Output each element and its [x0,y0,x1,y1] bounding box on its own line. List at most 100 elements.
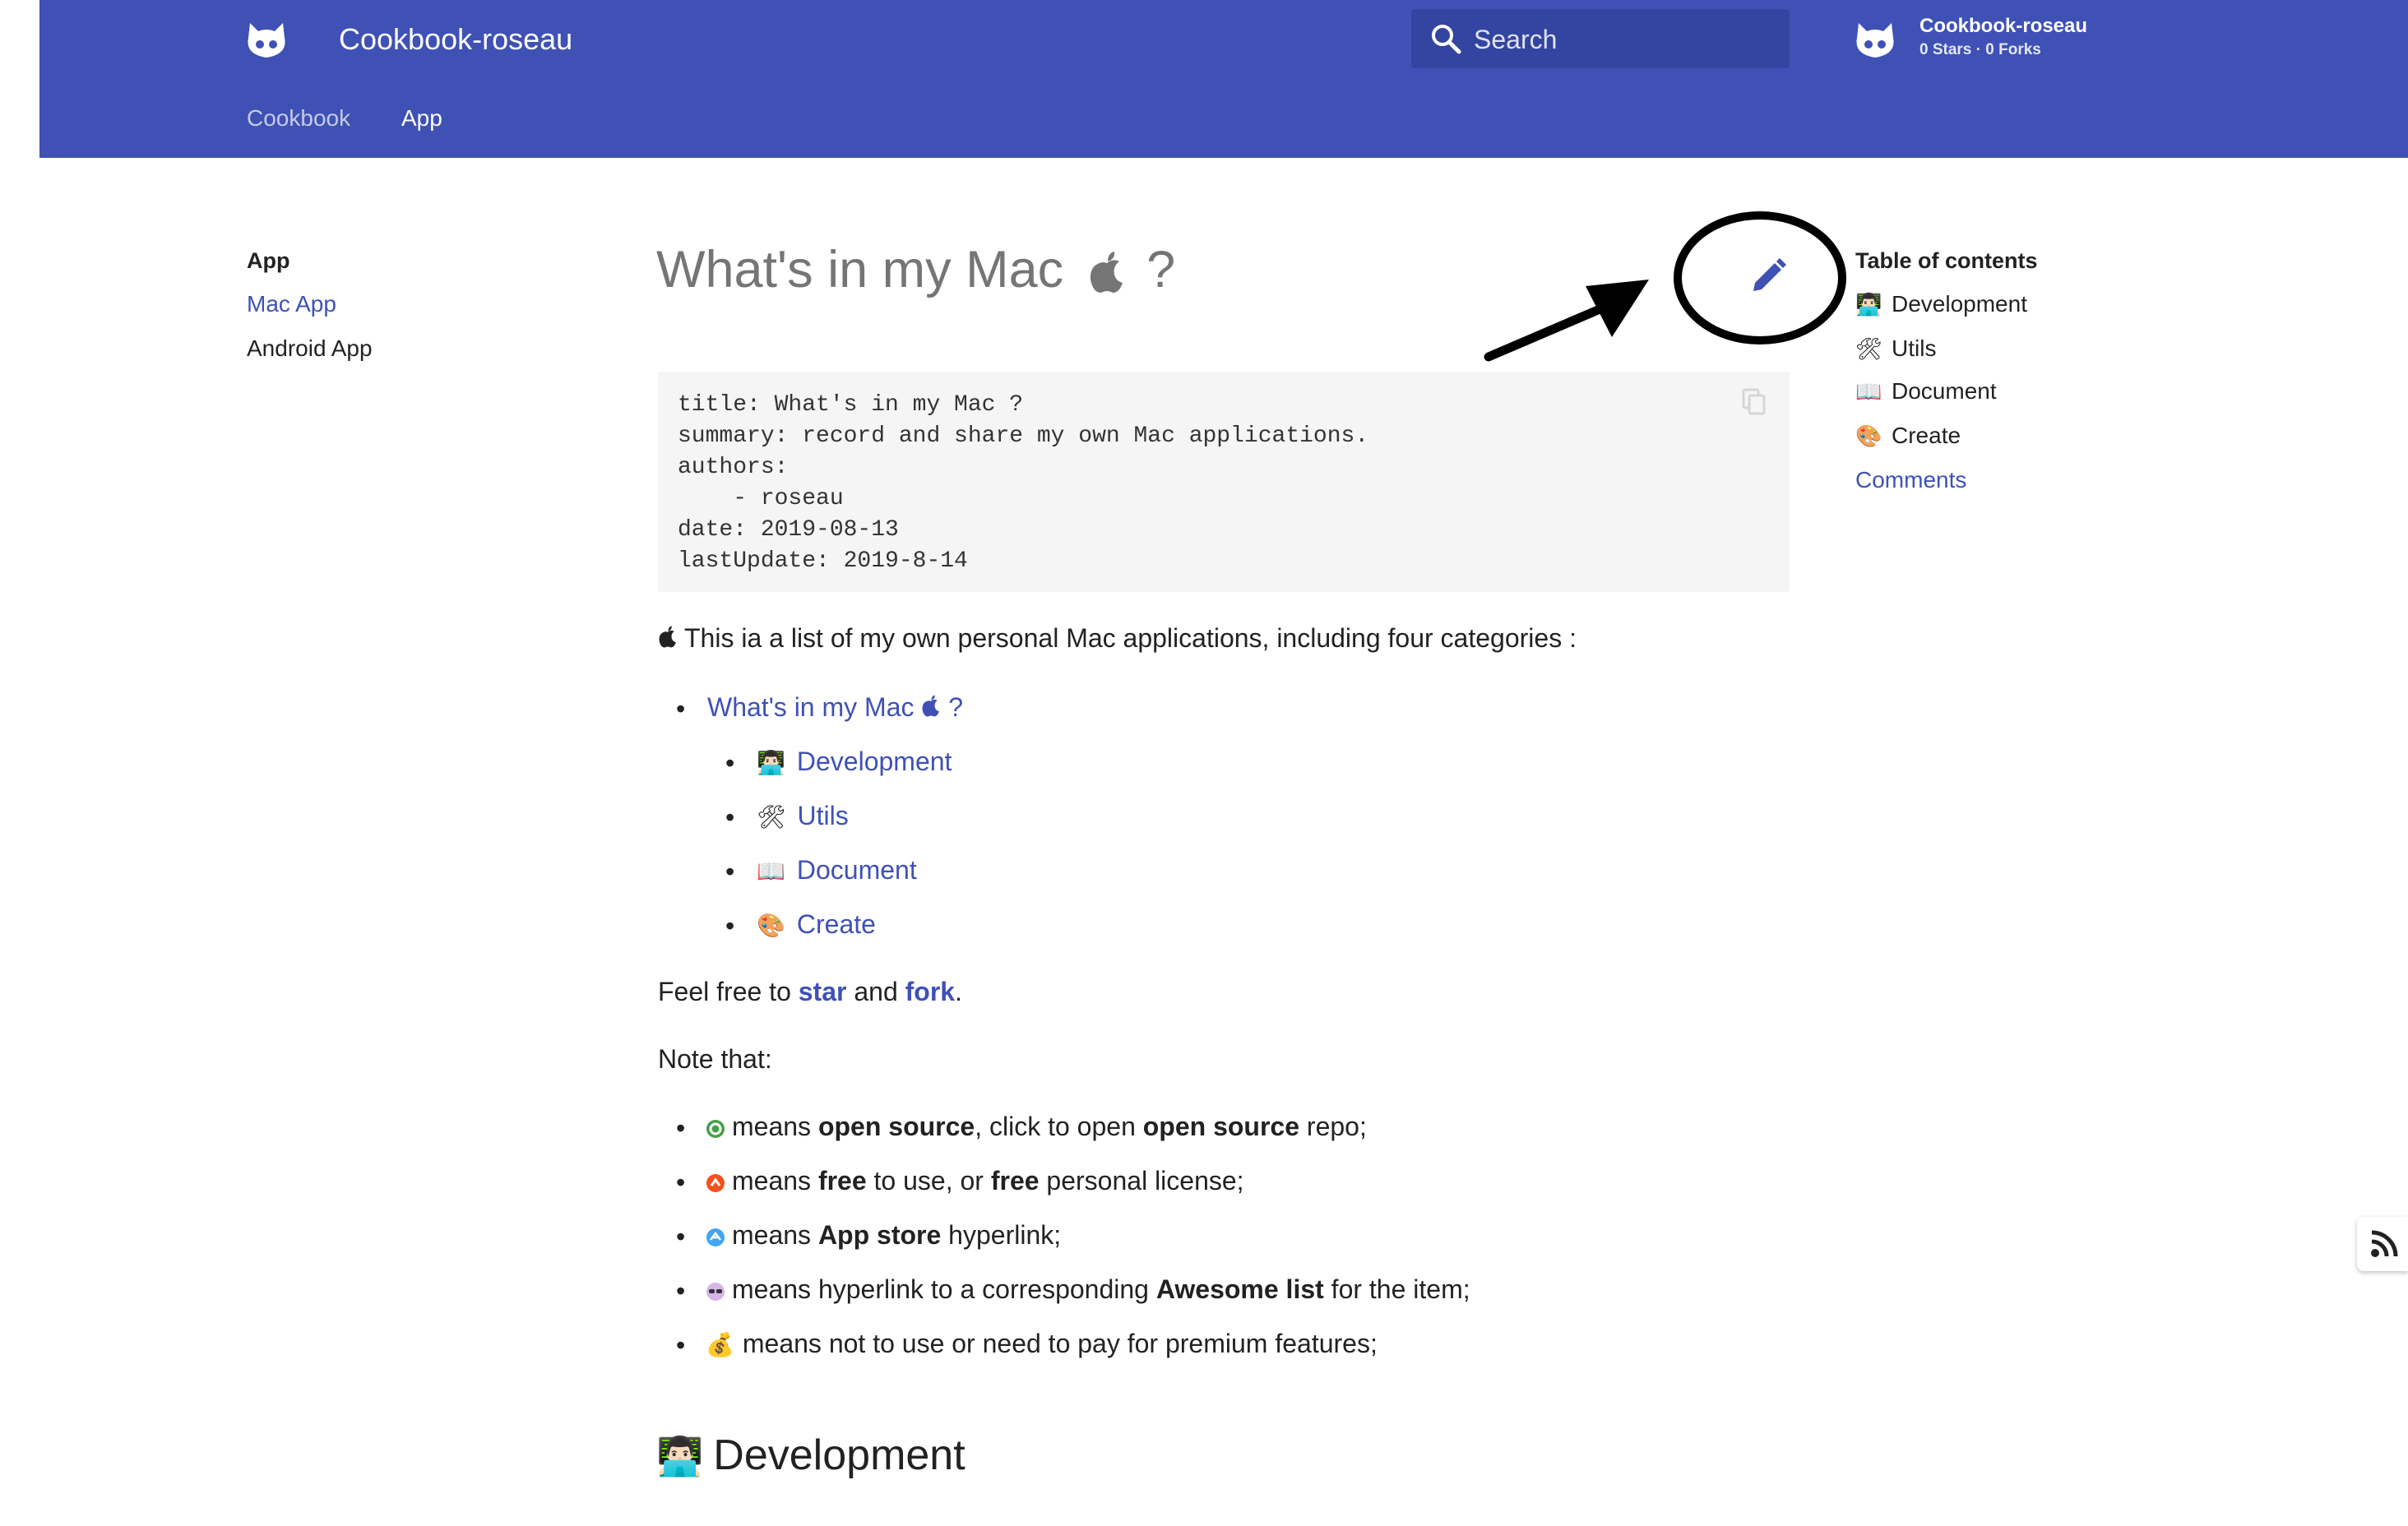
note-text: repo; [1306,1112,1367,1141]
site-title[interactable]: Cookbook-roseau [339,18,572,61]
tab-cookbook[interactable]: Cookbook [247,104,350,133]
star-link[interactable]: star [799,977,847,1006]
feel-free-paragraph: Feel free to star and fork. [658,977,962,1007]
copy-icon[interactable] [1740,388,1768,416]
developer-emoji-icon: 👨🏻‍💻 [656,1435,704,1477]
app-store-icon [706,1228,725,1246]
note-awesome: means hyperlink to a corresponding Aweso… [706,1274,1470,1305]
note-bold: open source [817,1112,975,1141]
palette-emoji-icon: 🎨 [757,913,785,938]
bullet: • [725,748,735,778]
nav-title: App [247,248,290,273]
outline-link[interactable]: What's in my Mac ? [707,692,963,723]
rss-icon[interactable] [2370,1230,2398,1258]
note-heading: Note that: [658,1044,772,1074]
note-text: to use, or [873,1166,984,1195]
note-text: means [732,1220,812,1250]
note-bold: free [817,1166,867,1195]
outline-item-label[interactable]: Create [797,909,876,939]
apple-icon [1090,252,1123,294]
note-app-store: means App store hyperlink; [706,1220,1061,1251]
note-text: means [732,1112,812,1141]
toc-item-label[interactable]: Document [1892,378,1997,404]
outline-item-label[interactable]: Development [797,747,952,776]
page-title-suffix: ? [1146,241,1176,298]
code-line: date: 2019-08-13 [678,517,899,543]
note-text: personal license; [1046,1166,1244,1195]
tools-emoji-icon: 🛠 [757,804,786,830]
note-text: , click to open [975,1112,1136,1141]
outline-link-text[interactable]: What's in my Mac [707,692,914,722]
section-heading-development: 👨🏻‍💻 Development [656,1431,966,1480]
free-icon [706,1173,725,1192]
code-lines: title: What's in my Mac ? summary: recor… [678,390,1368,577]
bullet: • [725,911,735,941]
tools-emoji-icon: 🛠 [1855,336,1883,361]
toc-title: Table of contents [1855,248,2038,273]
github-logo-icon[interactable] [245,21,288,59]
toc-item-utils[interactable]: 🛠 Utils [1855,335,1936,362]
annotation-arrow [1484,280,1649,362]
section-heading-text: Development [713,1431,966,1479]
code-line: - roseau [678,486,844,511]
apple-icon [659,626,676,648]
left-margin-strip [0,0,39,1526]
fork-link[interactable]: fork [905,977,955,1006]
note-bold: open source [1142,1112,1300,1141]
bullet: • [725,802,735,832]
bullet: • [676,1330,686,1360]
toc-item-development[interactable]: 👨🏻‍💻 Development [1855,291,2027,317]
money-bag-emoji-icon: 💰 [706,1332,734,1357]
and-text: and [854,977,898,1006]
note-bold: free [990,1166,1040,1195]
note-paid: 💰 means not to use or need to pay for pre… [706,1329,1378,1359]
page-title: What's in my Mac ? [656,237,1175,303]
toc-item-document[interactable]: 📖 Document [1855,378,1997,405]
apple-icon [922,695,940,717]
book-emoji-icon: 📖 [757,858,785,884]
note-text: means [732,1166,812,1195]
github-repo-icon[interactable] [1854,21,1896,59]
open-source-icon [706,1119,725,1138]
toc-item-create[interactable]: 🎨 Create [1855,423,1961,449]
toc-item-label[interactable]: Utils [1892,335,1936,361]
outline-item-development[interactable]: 👨🏻‍💻 Development [757,747,952,777]
outline-item-document[interactable]: 📖 Document [757,855,917,886]
toc-item-label[interactable]: Create [1892,423,1961,448]
period-text: . [955,977,962,1006]
toc-item-label[interactable]: Development [1892,291,2027,317]
outline-link-suffix[interactable]: ? [948,692,963,722]
bullet: • [676,694,686,724]
code-line: title: What's in my Mac ? [678,392,1024,418]
outline-item-label[interactable]: Utils [798,801,849,830]
intro-paragraph: This ia a list of my own personal Mac ap… [658,623,1577,654]
outline-item-label[interactable]: Document [797,855,917,885]
bullet: • [676,1113,686,1143]
note-text: for the item; [1331,1274,1470,1304]
outline-item-utils[interactable]: 🛠 Utils [757,801,849,831]
bullet: • [676,1168,686,1197]
book-emoji-icon: 📖 [1855,379,1882,404]
code-line: lastUpdate: 2019-8-14 [678,548,968,574]
developer-emoji-icon: 👨🏻‍💻 [1855,292,1882,317]
search-input[interactable] [1472,16,1780,62]
code-line: authors: [678,455,789,480]
page-title-text: What's in my Mac [656,241,1064,298]
repo-name[interactable]: Cookbook-roseau [1919,15,2087,38]
nav-item-mac-app[interactable]: Mac App [247,291,336,317]
note-text: means hyperlink to a corresponding [732,1274,1149,1304]
tab-app[interactable]: App [401,104,442,133]
awesome-sunglasses-icon [706,1282,725,1301]
edit-pencil-icon[interactable] [1745,253,1791,299]
toc-item-comments[interactable]: Comments [1855,467,1966,493]
nav-item-android-app[interactable]: Android App [247,335,373,362]
note-text: hyperlink; [948,1220,1062,1250]
note-text: means not to use or need to pay for prem… [742,1329,1378,1358]
bullet: • [725,857,735,886]
code-line: summary: record and share my own Mac app… [678,423,1369,449]
bullet: • [676,1276,686,1306]
search-icon[interactable] [1429,22,1462,55]
repo-stats[interactable]: 0 Stars · 0 Forks [1919,41,2041,59]
outline-item-create[interactable]: 🎨 Create [757,909,876,940]
rss-button[interactable] [2357,1217,2408,1271]
